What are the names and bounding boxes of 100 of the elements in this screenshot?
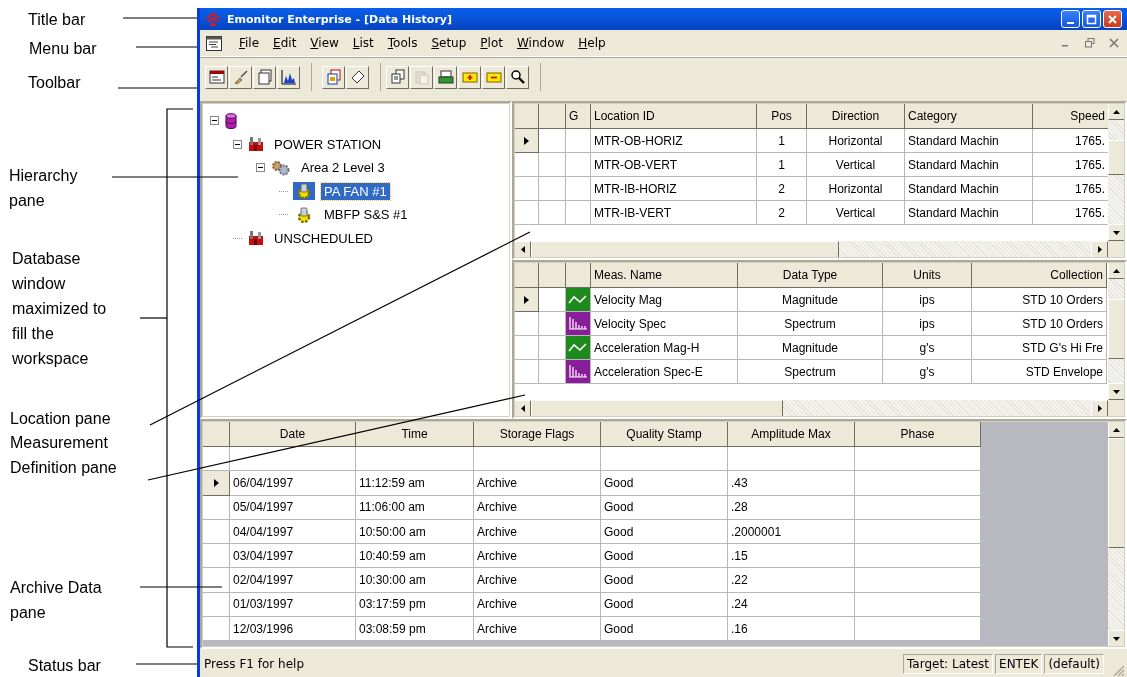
search-button[interactable]	[506, 65, 529, 89]
factory-icon	[248, 230, 264, 247]
horizontal-scrollbar[interactable]	[514, 241, 1108, 258]
table-cell: 11:12:59 am	[355, 470, 474, 496]
note-button[interactable]	[482, 65, 505, 89]
add-note-button[interactable]	[458, 65, 481, 89]
close-button[interactable]	[1103, 10, 1122, 28]
scroll-left-button[interactable]	[514, 400, 531, 417]
scroll-thumb[interactable]	[531, 400, 783, 417]
tree-node[interactable]: PA FAN #1	[321, 182, 390, 200]
collapse-icon[interactable]	[233, 139, 242, 149]
eraser-button[interactable]	[346, 65, 369, 89]
printer-button[interactable]	[434, 65, 457, 89]
column-header[interactable]: Phase	[854, 421, 981, 447]
arrow-left-icon	[520, 246, 525, 253]
scroll-down-button[interactable]	[1108, 224, 1125, 241]
resize-grip-icon[interactable]	[1112, 664, 1125, 677]
window-title: Emonitor Enterprise - [Data History]	[227, 12, 453, 26]
menu-item[interactable]: Setup	[424, 36, 474, 50]
menu-item[interactable]: Edit	[266, 36, 304, 50]
leader-line	[135, 46, 198, 48]
arrow-up-icon	[1113, 268, 1120, 273]
scroll-up-button[interactable]	[1108, 103, 1125, 120]
column-header[interactable]: Location ID	[590, 103, 757, 129]
table-cell: 1	[756, 152, 807, 177]
table-cell: STD Envelope	[971, 359, 1107, 384]
tree-node[interactable]: POWER STATION	[271, 135, 385, 153]
tree-node[interactable]: Area 2 Level 3	[298, 159, 388, 177]
column-header[interactable]: Category	[904, 103, 1033, 129]
spectrum-icon	[566, 312, 590, 335]
maximize-button[interactable]	[1082, 10, 1101, 28]
menu-item[interactable]: Tools	[380, 36, 425, 50]
paste-icon	[413, 69, 430, 85]
copy-icon	[325, 69, 342, 85]
vertical-scrollbar[interactable]	[1108, 262, 1125, 400]
chart-button[interactable]	[277, 65, 300, 89]
tree-node[interactable]: UNSCHEDULED	[271, 229, 376, 247]
tree-node[interactable]: MBFP S&S #1	[321, 206, 411, 224]
pages-button[interactable]	[253, 65, 276, 89]
scroll-right-button[interactable]	[1091, 241, 1108, 258]
scroll-down-button[interactable]	[1108, 630, 1125, 647]
column-header[interactable]: Meas. Name	[590, 262, 738, 288]
table-cell: 10:50:00 am	[355, 519, 474, 544]
scroll-thumb[interactable]	[1108, 140, 1125, 175]
table-cell: 03:17:59 pm	[355, 592, 474, 617]
table-cell: Spectrum	[737, 359, 883, 384]
menu-item[interactable]: Window	[509, 36, 572, 50]
copy-icon	[389, 69, 406, 85]
menu-item[interactable]: List	[345, 36, 381, 50]
vertical-scrollbar[interactable]	[1108, 103, 1125, 241]
column-header[interactable]: Time	[355, 421, 474, 447]
table-cell: 06/04/1997	[229, 470, 356, 496]
scroll-thumb[interactable]	[531, 241, 839, 258]
column-header[interactable]: G	[565, 103, 591, 129]
scroll-right-button[interactable]	[1091, 400, 1108, 417]
callout-label: Status bar	[28, 656, 102, 676]
restore-icon[interactable]	[1085, 38, 1095, 48]
copy-button[interactable]	[322, 65, 345, 89]
status-panel: ENTEK	[995, 653, 1043, 674]
menu-item[interactable]: Help	[571, 36, 613, 50]
window-button[interactable]	[205, 65, 228, 89]
table-cell: Archive	[473, 495, 601, 520]
scroll-thumb[interactable]	[1108, 299, 1125, 359]
scroll-up-button[interactable]	[1108, 421, 1125, 438]
minimize-button[interactable]	[1061, 10, 1080, 28]
callout-label: Database window maximized to fill the workspace	[12, 249, 108, 369]
collapse-icon[interactable]	[210, 116, 219, 126]
vertical-scrollbar[interactable]	[1108, 421, 1125, 647]
close-icon[interactable]	[1109, 38, 1119, 48]
column-header[interactable]: Direction	[806, 103, 905, 129]
column-header[interactable]: Data Type	[737, 262, 883, 288]
horizontal-scrollbar[interactable]	[514, 400, 1108, 417]
brush-button[interactable]	[229, 65, 252, 89]
arrow-right-icon	[1097, 246, 1102, 253]
menu-item[interactable]: Plot	[473, 36, 510, 50]
arrow-down-icon	[1113, 389, 1120, 394]
row-pointer-icon	[524, 295, 529, 304]
scroll-left-button[interactable]	[514, 241, 531, 258]
column-header[interactable]: Speed	[1032, 103, 1108, 129]
column-header[interactable]: Storage Flags	[473, 421, 601, 447]
column-header[interactable]: Date	[229, 421, 356, 447]
table-cell: 03/04/1997	[229, 543, 356, 568]
table-cell: Archive	[473, 592, 601, 617]
menu-item[interactable]: File	[232, 36, 267, 50]
scroll-down-button[interactable]	[1108, 383, 1125, 400]
column-header[interactable]: Units	[882, 262, 972, 288]
column-header[interactable]: Amplitude Max	[727, 421, 855, 447]
callout-label: Title bar	[28, 10, 87, 30]
column-header[interactable]: Pos	[756, 103, 807, 129]
column-header[interactable]: Collection	[971, 262, 1107, 288]
scroll-thumb[interactable]	[1108, 438, 1125, 548]
collapse-icon[interactable]	[256, 163, 265, 173]
copy-button[interactable]	[386, 65, 409, 89]
table-cell: .2000001	[727, 519, 855, 544]
column-header[interactable]: Quality Stamp	[600, 421, 728, 447]
arrow-up-icon	[1113, 427, 1120, 432]
table-cell: Magnitude	[737, 335, 883, 360]
scroll-up-button[interactable]	[1108, 262, 1125, 279]
document-icon[interactable]	[206, 35, 222, 51]
menu-item[interactable]: View	[303, 36, 346, 50]
